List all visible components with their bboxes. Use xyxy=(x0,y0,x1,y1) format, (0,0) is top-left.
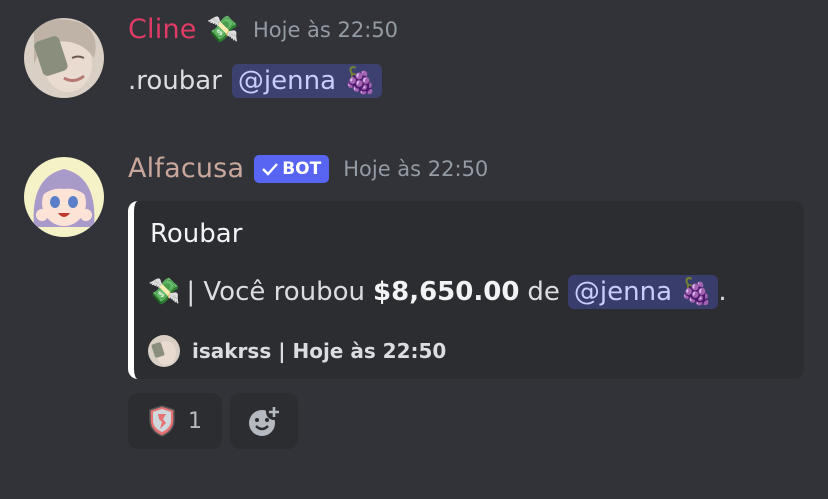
embed-footer-text: isakrss | Hoje às 22:50 xyxy=(192,339,447,363)
grapes-emoji: 🍇 xyxy=(344,66,377,96)
embed-desc-middle: de xyxy=(527,277,560,307)
mention-label: @jenna xyxy=(573,277,673,307)
grapes-emoji: 🍇 xyxy=(680,277,713,307)
user-mention[interactable]: @jenna 🍇 xyxy=(567,275,719,309)
username[interactable]: Cline xyxy=(128,14,197,45)
embed: Roubar 💸 | Você roubou $8,650.00 de @jen… xyxy=(128,201,804,379)
embed-footer: isakrss | Hoje às 22:50 xyxy=(148,335,446,367)
reaction-count: 1 xyxy=(188,408,202,434)
add-reaction-icon xyxy=(249,404,282,436)
avatar-image xyxy=(24,18,104,98)
username[interactable]: Alfacusa xyxy=(128,153,244,184)
embed-desc-prefix: | Você roubou xyxy=(186,277,366,307)
avatar-image xyxy=(24,157,104,237)
embed-desc-suffix: . xyxy=(718,277,727,307)
reaction-shield[interactable]: 1 xyxy=(128,393,222,449)
money-wings-emoji: 💸 xyxy=(148,277,181,307)
user-mention[interactable]: @jenna 🍇 xyxy=(231,64,383,98)
money-wings-emoji: 💸 xyxy=(206,14,239,45)
embed-title: Roubar xyxy=(150,219,243,249)
timestamp[interactable]: Hoje às 22:50 xyxy=(343,157,488,181)
timestamp[interactable]: Hoje às 22:50 xyxy=(253,18,398,42)
shield-emoji-icon xyxy=(149,405,175,437)
add-reaction-button[interactable] xyxy=(230,393,298,449)
avatar-alfacusa[interactable] xyxy=(24,157,104,237)
mention-label: @jenna xyxy=(237,66,337,96)
embed-description: 💸 | Você roubou $8,650.00 de @jenna 🍇 . xyxy=(148,275,727,309)
footer-avatar-image xyxy=(148,335,180,367)
message-text: .roubar xyxy=(128,66,222,96)
checkmark-icon xyxy=(262,162,279,176)
bot-badge-label: BOT xyxy=(282,158,322,179)
bot-badge: BOT xyxy=(254,154,330,183)
footer-avatar xyxy=(148,335,180,367)
stolen-amount: $8,650.00 xyxy=(373,277,520,307)
avatar-cline[interactable] xyxy=(24,18,104,98)
